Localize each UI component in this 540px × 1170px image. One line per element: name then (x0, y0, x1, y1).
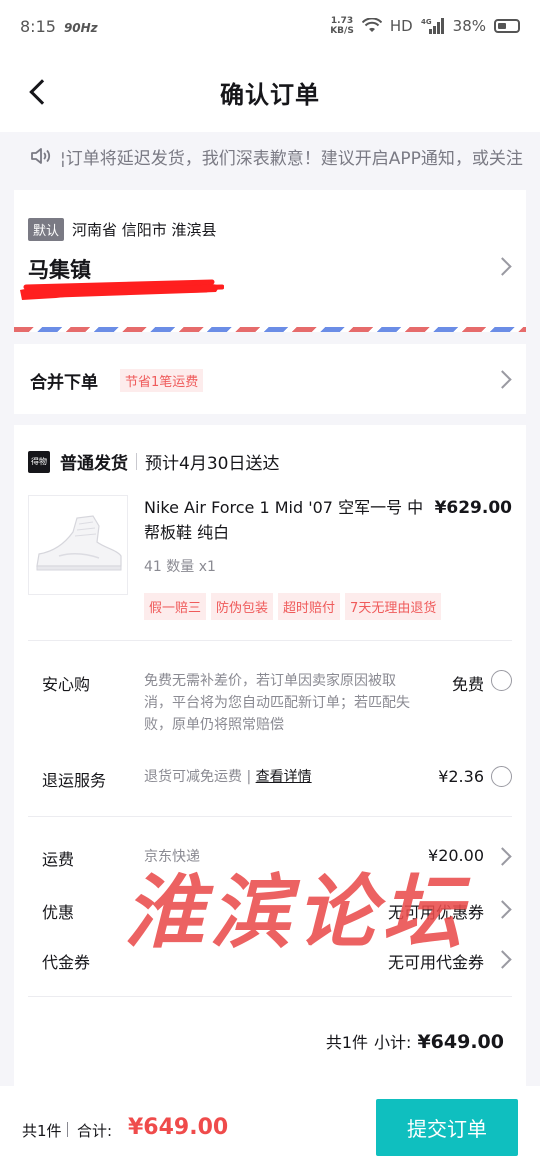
shipping-fee-value: ¥20.00 (428, 846, 484, 865)
discount-value[interactable]: 无可用优惠券 (388, 899, 484, 923)
anxin-label: 安心购 (42, 675, 91, 694)
anxin-radio[interactable] (491, 670, 512, 691)
status-right: 1.73 KB/S HD 4G 38% (330, 16, 520, 36)
merge-order-title: 合并下单 (30, 373, 98, 393)
product-tags: 假一赔三 防伪包装 超时赔付 7天无理由退货 (144, 593, 442, 620)
chevron-left-icon (29, 79, 55, 105)
order-card: 得物 普通发货 预计4月30日送达 Nike Air Force 1 Mid '… (14, 425, 526, 1090)
shipping-type: 普通发货 (60, 454, 128, 474)
shipping-divider (136, 453, 137, 470)
shipping-fee-label: 运费 (42, 850, 75, 869)
discount-label: 优惠 (42, 903, 75, 922)
return-service-desc: 退货可减免运费 | 查看详情 (144, 766, 312, 788)
subtotal-amount: ¥649.00 (417, 1031, 504, 1053)
address-region: 河南省 信阳市 淮滨县 (72, 221, 217, 239)
shipping-header: 得物 普通发货 预计4月30日送达 (28, 449, 279, 474)
product-image[interactable] (28, 495, 128, 595)
subtotal-label: 小计: (374, 1033, 412, 1052)
return-service-sep: | (246, 769, 256, 785)
redaction-scribble (20, 279, 224, 300)
page-title: 确认订单 (220, 80, 320, 109)
anxin-desc: 免费无需补差价，若订单因卖家原因被取消，平台将为您自动匹配新订单；若匹配失败，原… (144, 673, 410, 733)
merge-order-card[interactable]: 合并下单 节省1笔运费 (14, 344, 526, 414)
merge-order-tag: 节省1笔运费 (120, 369, 204, 392)
status-time: 8:15 (20, 16, 56, 36)
sneaker-icon (36, 515, 122, 571)
refresh-rate: 90Hz (63, 20, 98, 35)
notice-bar[interactable]: ¦订单将延迟发货，我们深表歉意！建议开启APP通知，或关注 (0, 132, 540, 180)
product-title[interactable]: Nike Air Force 1 Mid '07 空军一号 中帮板鞋 纯白 (144, 495, 424, 545)
signal-icon: 4G (421, 18, 444, 34)
default-tag: 默认 (28, 218, 65, 241)
total-divider (67, 1122, 68, 1137)
return-service-value: ¥2.36 (438, 767, 484, 786)
submit-order-button[interactable]: 提交订单 (376, 1099, 518, 1156)
product-tag: 假一赔三 (144, 593, 207, 620)
product-tag: 超时赔付 (278, 593, 341, 620)
chevron-right-icon (493, 370, 512, 389)
voucher-label: 代金券 (42, 953, 91, 972)
hd-indicator: HD (389, 17, 413, 35)
shipping-carrier: 京东快递 (144, 849, 200, 865)
svg-text:4G: 4G (421, 18, 432, 26)
address-region-line: 默认 河南省 信阳市 淮滨县 (28, 218, 217, 241)
product-price: ¥629.00 (434, 498, 512, 518)
total-amount: ¥649.00 (128, 1115, 229, 1140)
voucher-value[interactable]: 无可用代金券 (388, 949, 484, 973)
divider (28, 996, 512, 997)
nav-bar: 确认订单 (0, 52, 540, 132)
chevron-right-icon (493, 257, 512, 276)
speaker-icon (31, 148, 51, 164)
battery-icon (494, 19, 520, 33)
product-spec: 41 数量 x1 (144, 559, 216, 575)
battery-percent: 38% (452, 17, 486, 35)
total-label: 合计: (77, 1122, 113, 1140)
notice-text: ¦订单将延迟发货，我们深表歉意！建议开启APP通知，或关注 (60, 148, 523, 169)
address-card[interactable]: 默认 河南省 信阳市 淮滨县 马集镇 (14, 190, 526, 332)
product-tag: 7天无理由退货 (345, 593, 442, 620)
divider (28, 816, 512, 817)
net-speed-unit: KB/S (330, 26, 354, 36)
shipping-eta: 预计4月30日送达 (145, 454, 280, 474)
dewu-logo: 得物 (28, 450, 50, 473)
subtotal: 共1件 小计: ¥649.00 (326, 1029, 504, 1053)
total-count: 共1件 (22, 1122, 62, 1140)
return-service-label: 退运服务 (42, 771, 107, 790)
back-button[interactable] (20, 74, 56, 110)
chevron-right-icon[interactable] (493, 847, 512, 866)
chevron-right-icon[interactable] (493, 950, 512, 969)
status-left: 8:15 90Hz (20, 17, 98, 36)
wifi-icon (361, 18, 382, 32)
return-service-radio[interactable] (491, 766, 512, 787)
product-tag: 防伪包装 (211, 593, 274, 620)
subtotal-count: 共1件 (325, 1033, 369, 1052)
status-bar: 8:15 90Hz 1.73 KB/S HD 4G 38% (0, 0, 540, 52)
bottom-bar: 共1件 合计: ¥649.00 提交订单 (0, 1086, 540, 1170)
chevron-right-icon[interactable] (493, 900, 512, 919)
return-service-text: 退货可减免运费 (144, 769, 242, 785)
divider (28, 640, 512, 641)
airmail-border (14, 327, 526, 332)
anxin-value: 免费 (451, 675, 484, 694)
net-speed: 1.73 KB/S (330, 16, 354, 36)
view-details-link[interactable]: 查看详情 (256, 769, 312, 785)
net-speed-value: 1.73 (330, 16, 354, 26)
